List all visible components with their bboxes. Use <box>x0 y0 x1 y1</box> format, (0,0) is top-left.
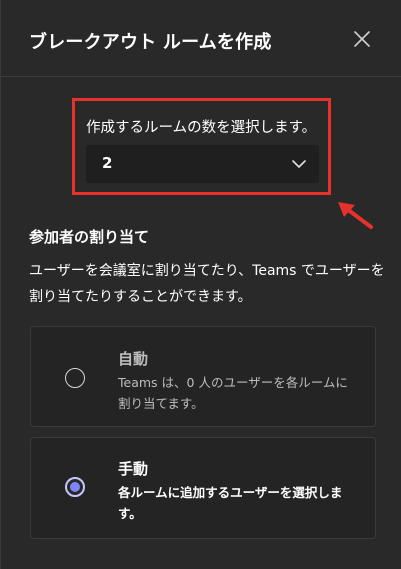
option-manual[interactable]: 手動 各ルームに追加するユーザーを選択します。 <box>30 437 376 539</box>
radio-manual[interactable] <box>65 477 85 497</box>
option-automatic-title: 自動 <box>118 350 149 368</box>
assignment-description: ユーザーを会議室に割り当てたり、Teams でユーザーを割り当てたりすることがで… <box>29 263 385 305</box>
panel-title: ブレークアウト ルームを作成 <box>29 32 272 53</box>
arrow-icon <box>338 202 373 229</box>
close-icon <box>354 31 370 47</box>
chevron-down-icon <box>292 160 306 168</box>
assignment-section-title: 参加者の割り当て <box>29 228 150 246</box>
breakout-rooms-panel: ブレークアウト ルームを作成 作成するルームの数を選択します。 2 参加者の割り… <box>0 0 401 569</box>
radio-automatic[interactable] <box>65 368 85 388</box>
room-count-dropdown[interactable]: 2 <box>86 145 319 183</box>
option-automatic-description: Teams は、0 人のユーザーを各ルームに割り当てます。 <box>118 375 348 411</box>
option-automatic[interactable]: 自動 Teams は、0 人のユーザーを各ルームに割り当てます。 <box>30 326 376 427</box>
room-count-value: 2 <box>102 154 113 172</box>
room-count-label: 作成するルームの数を選択します。 <box>86 120 317 136</box>
close-button[interactable] <box>350 27 374 51</box>
panel-header: ブレークアウト ルームを作成 <box>1 0 401 77</box>
option-manual-title: 手動 <box>118 460 149 478</box>
option-manual-description: 各ルームに追加するユーザーを選択します。 <box>118 485 343 521</box>
